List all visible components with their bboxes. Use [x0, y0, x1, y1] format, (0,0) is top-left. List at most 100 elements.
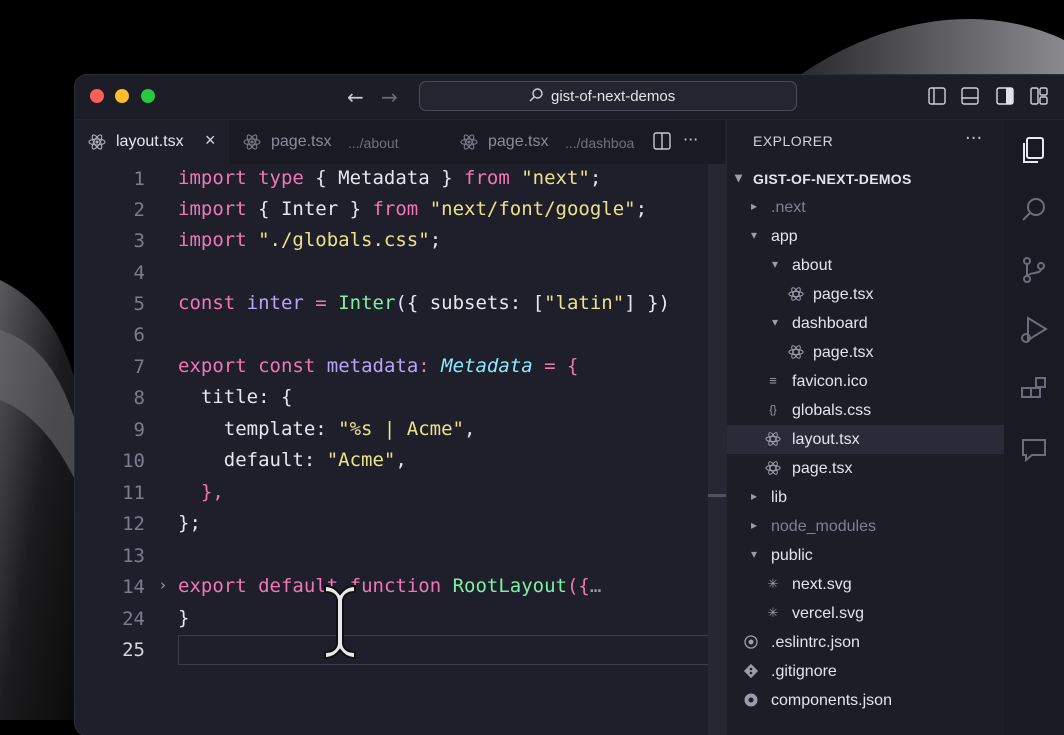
tab-path: .../dashboa: [565, 135, 635, 151]
tree-item-node-modules[interactable]: ▸ node_modules: [727, 512, 1005, 541]
svg-star-icon: ✳: [767, 605, 779, 620]
line-number: 14: [122, 576, 145, 598]
line-number: 8: [133, 387, 145, 409]
code-text: import type { Metadata } from "next";: [178, 167, 602, 189]
code-text: export const metadata: Metadata = {: [178, 355, 579, 377]
tree-label: layout.tsx: [792, 431, 860, 448]
back-arrow-icon[interactable]: ←: [347, 85, 364, 109]
fold-chevron-icon[interactable]: ›: [160, 576, 166, 594]
command-center-search[interactable]: gist-of-next-demos: [419, 81, 797, 111]
code-text: }: [178, 607, 190, 629]
tree-item-lib[interactable]: ▸ lib: [727, 483, 1005, 512]
tree-item-next-svg[interactable]: ✳ next.svg: [727, 570, 1005, 599]
line-number: 2: [133, 199, 145, 221]
code-text: },: [178, 481, 224, 503]
tree-item-layout-tsx[interactable]: layout.tsx: [727, 425, 1005, 454]
tree-item-vercel-svg[interactable]: ✳ vercel.svg: [727, 599, 1005, 628]
tree-label: .gitignore: [771, 663, 837, 680]
tree-label: .next: [771, 199, 806, 216]
explorer-files-icon[interactable]: [1018, 134, 1050, 166]
split-editor-icon[interactable]: [653, 132, 671, 150]
tree-item-dashboard[interactable]: ▾ dashboard: [727, 309, 1005, 338]
code-text: };: [178, 512, 201, 534]
tab-page-dashboard[interactable]: page.tsx .../dashboa: [447, 120, 647, 164]
tree-label: lib: [771, 489, 788, 506]
explorer-title: EXPLORER: [753, 133, 834, 149]
chat-icon[interactable]: [1018, 434, 1050, 466]
tree-label: vercel.svg: [792, 605, 865, 622]
source-control-icon[interactable]: [1018, 254, 1050, 286]
close-window-button[interactable]: [90, 89, 104, 103]
search-icon: [529, 88, 543, 102]
line-number: 6: [133, 324, 145, 346]
svg-star-icon: ✳: [767, 576, 779, 591]
activity-bar: [1004, 120, 1064, 735]
tab-label: page.tsx: [488, 133, 549, 150]
tree-item-globals-css[interactable]: {} globals.css: [727, 396, 1005, 425]
code-text: title: {: [178, 386, 293, 408]
chevron-down-icon: ▾: [772, 315, 779, 329]
search-icon[interactable]: [1018, 194, 1050, 226]
chevron-down-icon: ▾: [772, 257, 779, 271]
code-text: export default function RootLayout({…: [178, 575, 602, 597]
toggle-primary-sidebar-icon[interactable]: [928, 87, 946, 105]
tree-label: next.svg: [792, 576, 852, 593]
code-editor[interactable]: 1 import type { Metadata } from "next"; …: [75, 164, 725, 735]
tree-item-app[interactable]: ▾ app: [727, 222, 1005, 251]
toggle-secondary-sidebar-icon[interactable]: [996, 87, 1014, 105]
code-line: 6: [75, 320, 725, 351]
tree-item-next[interactable]: ▸ .next: [727, 193, 1005, 222]
explorer-more-icon[interactable]: ···: [965, 128, 982, 149]
code-line: 14 › export default function RootLayout(…: [75, 572, 725, 603]
tree-label: node_modules: [771, 518, 876, 535]
tree-item-about-page[interactable]: page.tsx: [727, 280, 1005, 309]
tree-root-folder[interactable]: ▾ GIST-OF-NEXT-DEMOS: [727, 164, 1005, 193]
tree-item-components-json[interactable]: components.json: [727, 686, 1005, 715]
toggle-panel-icon[interactable]: [961, 87, 979, 105]
tree-item-app-page[interactable]: page.tsx: [727, 454, 1005, 483]
tree-label: page.tsx: [792, 460, 853, 477]
extensions-icon[interactable]: [1018, 374, 1050, 406]
code-line: 1 import type { Metadata } from "next";: [75, 164, 725, 195]
tree-item-about[interactable]: ▾ about: [727, 251, 1005, 280]
tree-item-public[interactable]: ▾ public: [727, 541, 1005, 570]
line-number: 1: [133, 168, 145, 190]
tab-layout-tsx[interactable]: layout.tsx ×: [75, 120, 229, 164]
minimize-window-button[interactable]: [115, 89, 129, 103]
scrollbar-thumb[interactable]: [708, 494, 726, 497]
search-text: gist-of-next-demos: [551, 88, 676, 105]
tree-label: .eslintrc.json: [771, 634, 860, 651]
line-number: 11: [122, 482, 145, 504]
eslint-icon: [744, 635, 758, 649]
editor-tab-bar: layout.tsx × page.tsx .../about page.tsx…: [75, 120, 725, 164]
tree-item-eslintrc[interactable]: .eslintrc.json: [727, 628, 1005, 657]
customize-layout-icon[interactable]: [1030, 87, 1048, 105]
react-icon: [88, 134, 106, 150]
forward-arrow-icon[interactable]: →: [381, 85, 398, 109]
more-actions-icon[interactable]: ···: [683, 130, 698, 149]
react-icon: [243, 134, 261, 150]
editor-scrollbar[interactable]: [708, 164, 726, 735]
code-line: 8 title: {: [75, 383, 725, 414]
tree-item-favicon[interactable]: ≡ favicon.ico: [727, 367, 1005, 396]
react-icon: [460, 134, 478, 150]
line-number: 24: [122, 608, 145, 630]
title-bar: ← → gist-of-next-demos: [75, 75, 1064, 120]
line-number: 13: [122, 545, 145, 567]
tab-label: page.tsx: [271, 133, 332, 150]
code-line: 13: [75, 541, 725, 572]
tree-item-gitignore[interactable]: .gitignore: [727, 657, 1005, 686]
code-line: 4: [75, 258, 725, 289]
run-debug-icon[interactable]: [1018, 314, 1050, 346]
line-number: 5: [133, 293, 145, 315]
tree-item-dashboard-page[interactable]: page.tsx: [727, 338, 1005, 367]
line-number: 10: [122, 450, 145, 472]
code-line: 5 const inter = Inter({ subsets: ["latin…: [75, 289, 725, 320]
tree-label: page.tsx: [813, 344, 874, 361]
code-line: 11 },: [75, 478, 725, 509]
tab-page-about[interactable]: page.tsx .../about: [230, 120, 440, 164]
maximize-window-button[interactable]: [141, 89, 155, 103]
close-tab-icon[interactable]: ×: [205, 130, 216, 151]
react-icon: [788, 345, 804, 359]
code-line: 24 }: [75, 604, 725, 635]
